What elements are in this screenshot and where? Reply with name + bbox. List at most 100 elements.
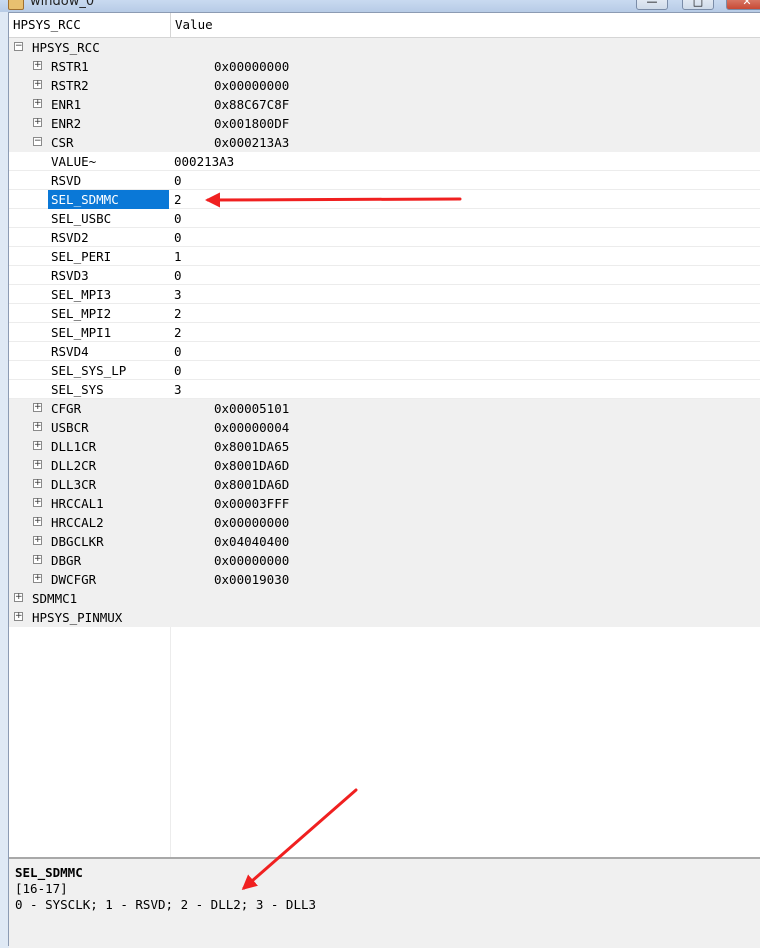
- register-name: DWCFGR: [51, 572, 97, 587]
- register-name: DLL2CR: [51, 458, 97, 473]
- field-name: SEL_SDMMC: [48, 190, 169, 209]
- register-row-csr[interactable]: − CSR 0x000213A3: [9, 133, 760, 152]
- plus-box-icon[interactable]: +: [14, 593, 23, 602]
- register-value: 0x8001DA6D: [214, 458, 290, 473]
- plus-box-icon[interactable]: +: [14, 612, 23, 621]
- plus-box-icon[interactable]: +: [33, 479, 42, 488]
- register-value: 0x00000004: [214, 420, 290, 435]
- details-description: 0 - SYSCLK; 1 - RSVD; 2 - DLL2; 3 - DLL3: [15, 897, 317, 912]
- field-row[interactable]: SEL_USBC 0: [9, 209, 760, 228]
- field-row[interactable]: SEL_MPI3 3: [9, 285, 760, 304]
- field-row[interactable]: RSVD3 0: [9, 266, 760, 285]
- plus-box-icon[interactable]: +: [33, 61, 42, 70]
- column-header-name[interactable]: HPSYS_RCC: [9, 13, 171, 37]
- register-name: HRCCAL1: [51, 496, 104, 511]
- peripheral-row[interactable]: + HPSYS_PINMUX: [9, 608, 760, 627]
- plus-box-icon[interactable]: +: [33, 99, 42, 108]
- register-name: ENR1: [51, 97, 82, 112]
- register-row[interactable]: + HRCCAL2 0x00000000: [9, 513, 760, 532]
- details-bits: [16-17]: [15, 881, 68, 896]
- plus-box-icon[interactable]: +: [33, 460, 42, 469]
- field-name: VALUE~: [51, 154, 97, 169]
- column-header: HPSYS_RCC Value: [9, 13, 760, 38]
- title-bar: window_0 — □ ✕: [0, 0, 760, 12]
- register-name: DBGR: [51, 553, 82, 568]
- register-name: DBGCLKR: [51, 534, 104, 549]
- field-row[interactable]: SEL_PERI 1: [9, 247, 760, 266]
- register-name: USBCR: [51, 420, 89, 435]
- plus-box-icon[interactable]: +: [33, 498, 42, 507]
- field-value: 0: [174, 211, 182, 226]
- window-title: window_0: [30, 0, 95, 9]
- plus-box-icon[interactable]: +: [33, 555, 42, 564]
- field-row[interactable]: SEL_SYS 3: [9, 380, 760, 399]
- register-value: 0x04040400: [214, 534, 290, 549]
- field-row[interactable]: SEL_SYS_LP 0: [9, 361, 760, 380]
- details-field-name: SEL_SDMMC: [15, 865, 83, 880]
- register-value: 0x88C67C8F: [214, 97, 290, 112]
- register-value: 0x000213A3: [214, 135, 290, 150]
- field-name: SEL_PERI: [51, 249, 112, 264]
- register-row[interactable]: + DBGR 0x00000000: [9, 551, 760, 570]
- field-value: 000213A3: [174, 154, 235, 169]
- register-name: RSTR1: [51, 59, 89, 74]
- register-row[interactable]: + DLL3CR 0x8001DA6D: [9, 475, 760, 494]
- plus-box-icon[interactable]: +: [33, 574, 42, 583]
- field-name: SEL_MPI1: [51, 325, 112, 340]
- register-row[interactable]: + ENR1 0x88C67C8F: [9, 95, 760, 114]
- plus-box-icon[interactable]: +: [33, 517, 42, 526]
- app-icon: [8, 0, 24, 10]
- field-row[interactable]: RSVD4 0: [9, 342, 760, 361]
- register-value: 0x8001DA6D: [214, 477, 290, 492]
- minus-box-icon[interactable]: −: [33, 137, 42, 146]
- field-row[interactable]: RSVD 0: [9, 171, 760, 190]
- register-value: 0x00005101: [214, 401, 290, 416]
- register-name: CFGR: [51, 401, 82, 416]
- register-row[interactable]: + USBCR 0x00000004: [9, 418, 760, 437]
- peripheral-row[interactable]: + SDMMC1: [9, 589, 760, 608]
- register-row[interactable]: + RSTR2 0x00000000: [9, 76, 760, 95]
- field-value: 1: [174, 249, 182, 264]
- plus-box-icon[interactable]: +: [33, 118, 42, 127]
- plus-box-icon[interactable]: +: [33, 536, 42, 545]
- field-value: 0: [174, 363, 182, 378]
- field-value: 0: [174, 344, 182, 359]
- field-row[interactable]: SEL_MPI2 2: [9, 304, 760, 323]
- register-name: DLL3CR: [51, 477, 97, 492]
- register-row[interactable]: + CFGR 0x00005101: [9, 399, 760, 418]
- field-row[interactable]: VALUE~ 000213A3: [9, 152, 760, 171]
- register-tree[interactable]: − HPSYS_RCC + RSTR1 0x00000000 + RSTR2 0x000000…: [9, 38, 760, 857]
- field-row[interactable]: RSVD2 0: [9, 228, 760, 247]
- register-row[interactable]: + DLL1CR 0x8001DA65: [9, 437, 760, 456]
- field-value: 2: [174, 325, 182, 340]
- register-row[interactable]: + DBGCLKR 0x04040400: [9, 532, 760, 551]
- register-value: 0x00019030: [214, 572, 290, 587]
- plus-box-icon[interactable]: +: [33, 403, 42, 412]
- field-name: SEL_SYS: [51, 382, 104, 397]
- register-value: 0x00000000: [214, 553, 290, 568]
- register-value: 0x00003FFF: [214, 496, 290, 511]
- column-header-value[interactable]: Value: [171, 13, 760, 37]
- tree-root-label: HPSYS_RCC: [32, 40, 100, 55]
- register-row[interactable]: + HRCCAL1 0x00003FFF: [9, 494, 760, 513]
- field-value: 2: [174, 192, 182, 207]
- plus-box-icon[interactable]: +: [33, 80, 42, 89]
- field-row[interactable]: SEL_MPI1 2: [9, 323, 760, 342]
- tree-root-hpsys-rcc[interactable]: − HPSYS_RCC: [9, 38, 760, 57]
- register-name: HRCCAL2: [51, 515, 104, 530]
- field-value: 0: [174, 173, 182, 188]
- register-row[interactable]: + DLL2CR 0x8001DA6D: [9, 456, 760, 475]
- field-name: RSVD3: [51, 268, 89, 283]
- field-name: RSVD2: [51, 230, 89, 245]
- register-value: 0x00000000: [214, 78, 290, 93]
- register-row[interactable]: + DWCFGR 0x00019030: [9, 570, 760, 589]
- register-row[interactable]: + ENR2 0x001800DF: [9, 114, 760, 133]
- register-row[interactable]: + RSTR1 0x00000000: [9, 57, 760, 76]
- plus-box-icon[interactable]: +: [33, 422, 42, 431]
- plus-box-icon[interactable]: +: [33, 441, 42, 450]
- minus-box-icon[interactable]: −: [14, 42, 23, 51]
- maximize-button[interactable]: □: [682, 0, 714, 10]
- close-button[interactable]: ✕: [726, 0, 760, 10]
- minimize-button[interactable]: —: [636, 0, 668, 10]
- field-row-selected[interactable]: SEL_SDMMC 2: [9, 190, 760, 209]
